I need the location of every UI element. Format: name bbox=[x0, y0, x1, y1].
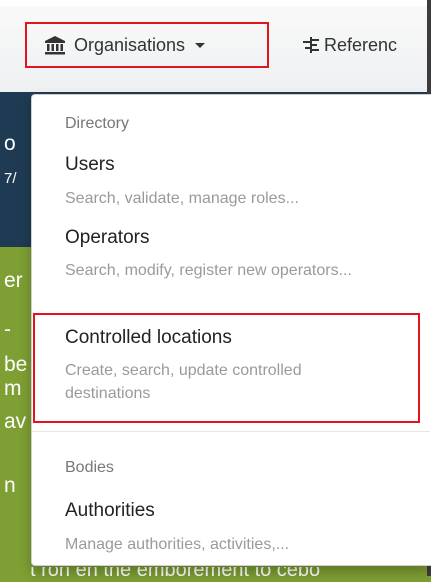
menu-item-description: Search, modify, register new operators..… bbox=[65, 262, 352, 279]
organisations-dropdown: Directory Users Search, validate, manage… bbox=[31, 94, 431, 566]
bank-icon bbox=[44, 35, 66, 55]
background-text: t ron en the emborement to cebo bbox=[30, 567, 320, 576]
background-text: n bbox=[4, 474, 16, 497]
menu-item-description: Create, search, update controlled destin… bbox=[65, 362, 302, 402]
menu-item-operators[interactable]: Operators Search, modify, register new o… bbox=[32, 221, 430, 313]
menu-item-description: Manage authorities, activities,... bbox=[65, 536, 290, 553]
background-text: er bbox=[4, 269, 23, 292]
menu-item-title: Operators bbox=[65, 227, 150, 248]
dropdown-header-bodies: Bodies bbox=[65, 459, 114, 476]
menu-item-title: Authorities bbox=[65, 500, 155, 521]
menu-item-title: Controlled locations bbox=[65, 327, 232, 348]
menu-item-authorities[interactable]: Authorities Manage authorities, activiti… bbox=[32, 493, 430, 563]
background-text: o bbox=[4, 132, 16, 155]
menu-item-users[interactable]: Users Search, validate, manage roles... bbox=[32, 147, 430, 217]
background-text: 7/ bbox=[4, 170, 17, 187]
organisations-label: Organisations bbox=[74, 34, 186, 55]
background-text: - bbox=[4, 318, 11, 341]
menu-divider bbox=[32, 431, 430, 432]
organisations-menu-button[interactable]: Organisations bbox=[25, 22, 269, 68]
references-menu-button[interactable]: Referenc bbox=[302, 32, 431, 58]
background-partial-line: t ron en the emborement to cebo bbox=[30, 567, 430, 576]
background-text: av bbox=[4, 410, 27, 433]
references-label: Referenc bbox=[324, 34, 398, 55]
caret-down-icon bbox=[195, 42, 206, 48]
background-text: m bbox=[4, 377, 22, 400]
dropdown-header-directory: Directory bbox=[65, 115, 130, 132]
hierarchy-icon bbox=[302, 36, 320, 54]
menu-item-controlled-locations[interactable]: Controlled locations Create, search, upd… bbox=[32, 321, 430, 413]
background-text: be bbox=[4, 353, 28, 376]
menu-item-title: Users bbox=[65, 154, 115, 175]
menu-item-description: Search, validate, manage roles... bbox=[65, 190, 299, 207]
